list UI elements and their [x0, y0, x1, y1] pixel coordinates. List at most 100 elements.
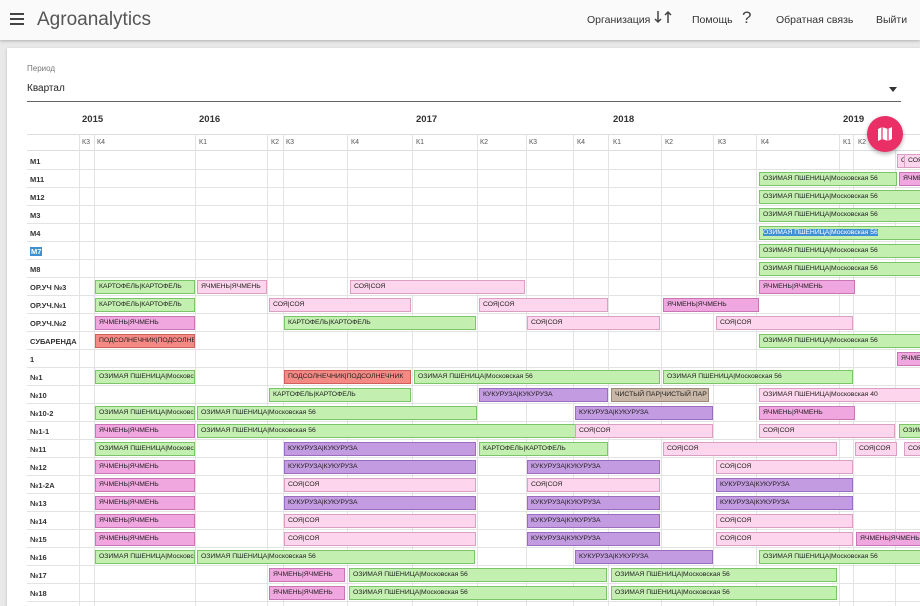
field-name[interactable]: №1-1 — [30, 427, 49, 436]
logout-link[interactable]: Выйти — [876, 14, 907, 26]
crop-bar[interactable]: СОЯ|СОЯ — [479, 298, 608, 312]
help-icon[interactable]: ? — [742, 8, 751, 28]
crop-bar[interactable]: ОЗИМАЯ ПШЕНИЦА|Московская 56 — [414, 370, 660, 384]
field-name[interactable]: №13 — [30, 499, 47, 508]
crop-bar[interactable]: ЯЧМЕНЬ|ЯЧМЕНЬ — [759, 280, 855, 294]
crop-bar[interactable]: ОЗИМАЯ ПШЕНИЦА|Московская 56 — [899, 424, 920, 438]
crop-bar[interactable]: ЯЧМЕНЬ|ЯЧМЕНЬ — [95, 316, 195, 330]
crop-bar[interactable]: СОЯ|СОЯ — [716, 532, 853, 546]
crop-bar[interactable]: СОЯ|СОЯ — [284, 514, 476, 528]
crop-bar[interactable]: КАРТОФЕЛЬ|КАРТОФЕЛЬ — [269, 388, 411, 402]
crop-bar[interactable]: ЯЧМЕНЬ|ЯЧМЕНЬ — [269, 568, 345, 582]
field-name[interactable]: №10 — [30, 391, 47, 400]
crop-bar[interactable]: ЯЧМЕНЬ|ЯЧМЕНЬ — [269, 586, 345, 600]
crop-bar[interactable]: КАРТОФЕЛЬ|КАРТОФЕЛЬ — [479, 442, 608, 456]
crop-bar[interactable]: ЯЧМЕНЬ|ЯЧМЕНЬ — [197, 280, 267, 294]
crop-bar[interactable]: ЯЧМЕНЬ|ЯЧМЕНЬ — [95, 496, 195, 510]
crop-bar[interactable]: КАРТОФЕЛЬ|КАРТОФЕЛЬ — [95, 298, 195, 312]
crop-bar[interactable]: КУКУРУЗА|КУКУРУЗА — [527, 532, 660, 546]
map-button[interactable] — [867, 116, 903, 152]
field-name[interactable]: ОР.УЧ.№1 — [30, 301, 66, 310]
crop-bar[interactable]: ОЗИМАЯ ПШЕНИЦА|Московская 56 — [197, 406, 477, 420]
field-name[interactable]: №18 — [30, 589, 47, 598]
crop-bar[interactable]: СОЯ|СОЯ — [716, 460, 853, 474]
field-name[interactable]: 1 — [30, 355, 34, 364]
swap-icon[interactable] — [654, 9, 672, 30]
field-name[interactable]: №12 — [30, 463, 47, 472]
field-name[interactable]: №17 — [30, 571, 47, 580]
crop-bar[interactable]: ЯЧМЕНЬ|ЯЧМЕНЬ — [759, 406, 855, 420]
feedback-link[interactable]: Обратная связь — [776, 14, 853, 26]
crop-bar[interactable]: КАРТОФЕЛЬ|КАРТОФЕЛЬ — [95, 280, 195, 294]
field-name[interactable]: ОР.УЧ.№2 — [30, 319, 66, 328]
crop-bar[interactable]: СОЯ|СОЯ — [663, 442, 837, 456]
crop-bar[interactable]: СОЯ|СОЯ — [904, 442, 920, 456]
crop-bar[interactable]: ЯЧМЕНЬ|ЯЧМЕНЬ — [95, 460, 195, 474]
field-name[interactable]: М3 — [30, 211, 40, 220]
crop-bar[interactable]: ОЗИМАЯ ПШЕНИЦА|Московская 56 — [759, 208, 920, 222]
field-name[interactable]: №1 — [30, 373, 43, 382]
crop-bar[interactable]: СОЯ|СОЯ — [716, 316, 853, 330]
crop-bar[interactable]: ЯЧМЕНЬ|ЯЧМЕНЬ — [95, 532, 195, 546]
field-name[interactable]: М8 — [30, 265, 40, 274]
crop-bar[interactable]: КУКУРУЗА|КУКУРУЗА — [716, 478, 853, 492]
field-name[interactable]: М4 — [30, 229, 40, 238]
crop-bar[interactable]: ОЗИМАЯ ПШЕНИЦА|Московская 56 — [663, 370, 853, 384]
menu-icon[interactable] — [10, 13, 24, 25]
crop-bar[interactable]: КУКУРУЗА|КУКУРУЗА — [479, 388, 608, 402]
field-name[interactable]: ОР.УЧ №3 — [30, 283, 66, 292]
help-link[interactable]: Помощь — [692, 14, 733, 26]
field-name[interactable]: №1-2А — [30, 481, 55, 490]
field-name[interactable]: М11 — [30, 175, 44, 184]
crop-bar[interactable]: КУКУРУЗА|КУКУРУЗА — [527, 496, 660, 510]
field-name[interactable]: №15 — [30, 535, 47, 544]
crop-bar[interactable]: ОЗИМАЯ ПШЕНИЦА|Московская 56 — [611, 568, 837, 582]
crop-bar[interactable]: ЯЧМЕНЬ|ЯЧМЕНЬ — [856, 532, 920, 546]
crop-bar[interactable]: ОЗИМАЯ ПШЕНИЦА|Московская 56 — [759, 190, 920, 204]
organization-link[interactable]: Организация — [587, 14, 650, 26]
crop-bar[interactable]: ОЗИМАЯ ПШЕНИЦА|Московская 56 — [95, 442, 195, 456]
crop-bar[interactable]: КУКУРУЗА|КУКУРУЗА — [284, 442, 476, 456]
crop-bar[interactable]: ОЗИМАЯ ПШЕНИЦА|Московская 56 — [611, 586, 837, 600]
field-name[interactable]: №16 — [30, 553, 47, 562]
crop-bar[interactable]: КАРТОФЕЛЬ|КАРТОФЕЛЬ — [284, 316, 476, 330]
crop-bar[interactable]: СОЯ|СОЯ — [855, 442, 897, 456]
crop-bar[interactable]: ЧИСТЫЙ ПАР|ЧИСТЫЙ ПАР — [611, 388, 709, 402]
crop-bar[interactable]: СОЯ|СОЯ — [269, 298, 411, 312]
crop-bar[interactable]: ОЗИМАЯ ПШЕНИЦА|Московская 56 — [759, 226, 920, 240]
crop-bar[interactable]: ОЗИМАЯ ПШЕНИЦА|Московская 56 — [95, 406, 195, 420]
crop-bar[interactable]: ОЗИМАЯ ПШЕНИЦА|Московская 56 — [759, 550, 920, 564]
crop-bar[interactable]: КУКУРУЗА|КУКУРУЗА — [284, 460, 476, 474]
crop-bar[interactable]: СОЯ|СОЯ — [350, 280, 525, 294]
crop-bar[interactable]: ОЗИМАЯ ПШЕНИЦА|Московская 56 — [349, 586, 607, 600]
crop-bar[interactable]: ЯЧМЕНЬ|ЯЧМЕНЬ — [95, 478, 195, 492]
field-name[interactable]: СУБАРЕНДА — [30, 337, 77, 346]
crop-bar[interactable]: СОЯ|СОЯ — [904, 154, 920, 168]
crop-bar[interactable]: ОЗИМАЯ ПШЕНИЦА|Московская 56 — [349, 568, 607, 582]
crop-bar[interactable]: КУКУРУЗА|КУКУРУЗА — [284, 496, 476, 510]
crop-bar[interactable]: СОЯ|СОЯ — [284, 478, 476, 492]
field-name[interactable]: №11 — [30, 445, 46, 454]
crop-bar[interactable]: СОЯ|СОЯ — [716, 514, 853, 528]
crop-bar[interactable]: СОЯ|СОЯ — [284, 532, 476, 546]
field-name[interactable]: М1 — [30, 157, 40, 166]
crop-bar[interactable]: ПОДСОЛНЕЧНИК|ПОДСОЛНЕЧНИК — [95, 334, 195, 348]
crop-bar[interactable]: КУКУРУЗА|КУКУРУЗА — [527, 460, 660, 474]
crop-bar[interactable]: ОЗИМАЯ ПШЕНИЦА|Московская 56 — [197, 550, 475, 564]
crop-bar[interactable]: ОЗИМАЯ ПШЕНИЦА|Московская 40 — [759, 388, 920, 402]
crop-bar[interactable]: ОЗИМАЯ ПШЕНИЦА|Московская 56 — [759, 244, 920, 258]
crop-bar[interactable]: ЯЧМЕНЬ|ЯЧМЕНЬ — [95, 424, 195, 438]
crop-bar[interactable]: ОЗИМАЯ ПШЕНИЦА|Московская 56 — [95, 370, 195, 384]
crop-bar[interactable]: КУКУРУЗА|КУКУРУЗА — [575, 550, 713, 564]
crop-bar[interactable]: СОЯ|СОЯ — [759, 424, 895, 438]
crop-bar[interactable]: КУКУРУЗА|КУКУРУЗА — [527, 514, 660, 528]
crop-bar[interactable]: ОЗИМАЯ ПШЕНИЦА|Московская 56 — [759, 172, 897, 186]
crop-bar[interactable]: СОЯ|СОЯ — [575, 424, 713, 438]
field-name[interactable]: №14 — [30, 517, 47, 526]
crop-bar[interactable]: КУКУРУЗА|КУКУРУЗА — [716, 496, 853, 510]
crop-bar[interactable]: ОЗИМАЯ ПШЕНИЦА|Московская 56 — [759, 334, 920, 348]
field-name[interactable]: №10-2 — [30, 409, 53, 418]
crop-bar[interactable]: КУКУРУЗА|КУКУРУЗА — [575, 406, 713, 420]
crop-bar[interactable]: ЯЧМЕНЬ|ЯЧМЕНЬ — [899, 172, 920, 186]
crop-bar[interactable]: ЯЧМЕНЬ|ЯЧМЕНЬ — [897, 352, 920, 366]
